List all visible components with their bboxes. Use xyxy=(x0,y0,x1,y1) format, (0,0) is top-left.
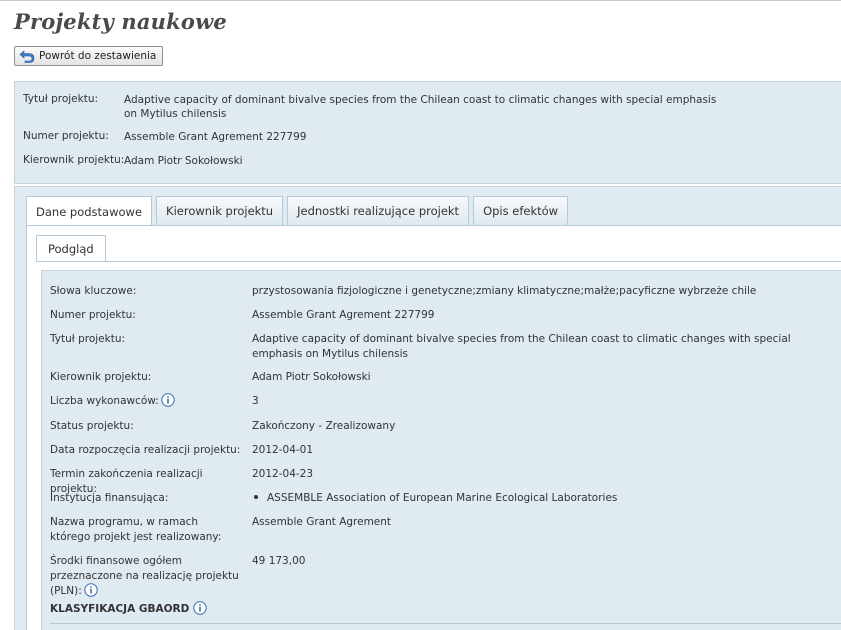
summary-number-value: Assemble Grant Agrement 227799 xyxy=(124,131,307,143)
program-value: Assemble Grant Agrement xyxy=(252,516,392,528)
contractors-label: Liczba wykonawców: xyxy=(50,395,159,407)
project-summary-panel: Tytuł projektu: Adaptive capacity of dom… xyxy=(14,81,841,184)
project-details-panel: Słowa kluczowe: przystosowania fizjologi… xyxy=(41,270,841,630)
contractors-value: 3 xyxy=(252,395,259,407)
summary-number-label: Numer projektu: xyxy=(23,130,109,142)
manager-label: Kierownik projektu: xyxy=(50,371,152,383)
back-button-label: Powrót do zestawienia xyxy=(39,50,157,62)
end-date-value: 2012-04-23 xyxy=(252,468,314,480)
tab-basic-data[interactable]: Dane podstawowe xyxy=(26,196,153,226)
tab-implementing-units[interactable]: Jednostki realizujące projekt xyxy=(287,196,470,225)
top-divider xyxy=(0,0,841,1)
keywords-label: Słowa kluczowe: xyxy=(50,285,137,297)
funds-label: Środki finansowe ogółem przeznaczone na … xyxy=(50,555,239,597)
program-label: Nazwa programu, w ramach którego projekt… xyxy=(50,516,222,543)
institution-value: ASSEMBLE Association of European Marine … xyxy=(267,492,618,504)
tab-project-manager[interactable]: Kierownik projektu xyxy=(156,196,284,225)
status-value: Zakończony - Zrealizowany xyxy=(252,420,396,432)
tab-content: Podgląd Słowa kluczowe: przystosowania f… xyxy=(26,225,841,630)
gbaord-section-title: KLASYFIKACJA GBAORD xyxy=(50,601,208,616)
tab-preview[interactable]: Podgląd xyxy=(36,235,106,262)
institution-value-wrap: ASSEMBLE Association of European Marine … xyxy=(252,491,841,506)
tab-bar: Dane podstawowe Kierownik projektu Jedno… xyxy=(26,196,572,226)
back-to-list-button[interactable]: Powrót do zestawienia xyxy=(14,46,164,66)
info-icon[interactable] xyxy=(84,583,98,597)
subtab-divider xyxy=(36,261,841,262)
funds-value: 49 173,00 xyxy=(252,555,306,567)
start-date-label: Data rozpoczęcia realizacji projektu: xyxy=(50,444,241,456)
gbaord-title-text: KLASYFIKACJA GBAORD xyxy=(50,603,190,615)
tab-effects-description[interactable]: Opis efektów xyxy=(473,196,569,225)
status-label: Status projektu: xyxy=(50,420,134,432)
summary-manager-value: Adam Piotr Sokołowski xyxy=(124,155,243,167)
start-date-value: 2012-04-01 xyxy=(252,444,314,456)
title-value: Adaptive capacity of dominant bivalve sp… xyxy=(252,333,791,360)
number-value: Assemble Grant Agrement 227799 xyxy=(252,309,435,321)
summary-title-value: Adaptive capacity of dominant bivalve sp… xyxy=(124,94,717,120)
info-icon[interactable] xyxy=(193,601,208,615)
summary-manager-label: Kierownik projektu: xyxy=(23,154,125,166)
bullet-icon xyxy=(254,495,258,499)
contractors-label-wrap: Liczba wykonawców: xyxy=(50,393,245,409)
info-icon[interactable] xyxy=(161,393,175,407)
keywords-value: przystosowania fizjologiczne i genetyczn… xyxy=(252,285,757,297)
number-label: Numer projektu: xyxy=(50,309,136,321)
details-tabs-panel: Dane podstawowe Kierownik projektu Jedno… xyxy=(14,186,841,630)
page-title: Projekty naukowe xyxy=(14,9,227,34)
manager-value: Adam Piotr Sokołowski xyxy=(252,371,371,383)
return-arrow-icon xyxy=(19,49,35,63)
section-divider xyxy=(50,623,841,624)
title-label: Tytuł projektu: xyxy=(50,333,126,345)
summary-title-label: Tytuł projektu: xyxy=(23,93,99,105)
institution-label: Instytucja finansująca: xyxy=(50,492,169,504)
funds-label-wrap: Środki finansowe ogółem przeznaczone na … xyxy=(50,554,245,599)
